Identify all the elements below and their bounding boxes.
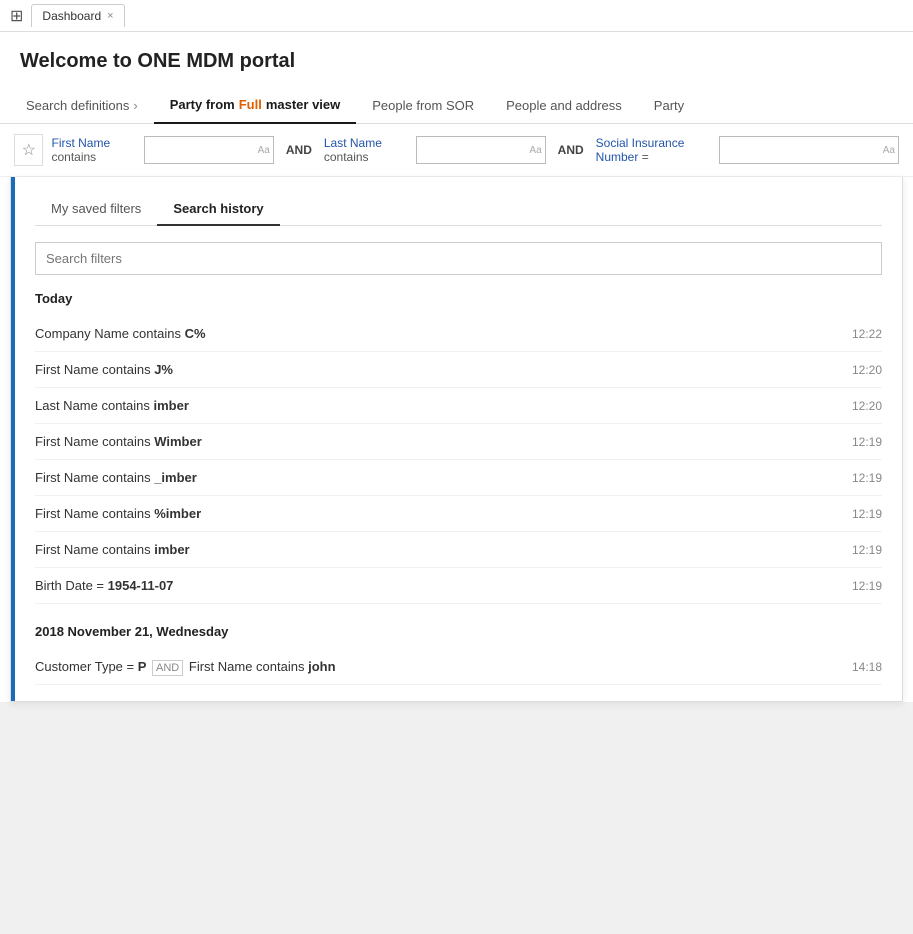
last-name-input[interactable] — [416, 136, 546, 164]
and-inline-icon: AND — [152, 660, 183, 676]
history-item-bold-7: 1954-11-07 — [108, 578, 174, 593]
history-item-bold-3: Wimber — [154, 434, 202, 449]
search-history-tab[interactable]: Search history — [157, 193, 279, 226]
history-item[interactable]: First Name contains _imber 12:19 — [35, 460, 882, 496]
my-saved-filters-tab[interactable]: My saved filters — [35, 193, 157, 225]
history-item[interactable]: Customer Type = P AND First Name contain… — [35, 649, 882, 685]
grid-icon: ⊞ — [10, 6, 23, 26]
history-item-bold-0: C% — [185, 326, 206, 341]
history-item-bold-6: imber — [154, 542, 189, 557]
history-item-text-7: Birth Date = 1954-11-07 — [35, 578, 173, 593]
history-item-2-val2: john — [308, 659, 335, 674]
sin-input[interactable] — [719, 136, 899, 164]
history-item[interactable]: Last Name contains imber 12:20 — [35, 388, 882, 424]
history-item-2-time: 14:18 — [852, 660, 882, 674]
first-name-input-wrap: Aa — [144, 136, 274, 164]
tab-label: Dashboard — [42, 9, 101, 23]
first-name-op: contains — [51, 150, 96, 164]
tab-close-icon[interactable]: × — [107, 10, 113, 22]
party-label: Party — [654, 98, 684, 113]
welcome-header: Welcome to ONE MDM portal — [0, 32, 913, 87]
first-name-label: First Name contains — [51, 136, 137, 164]
history-item-time-5: 12:19 — [852, 507, 882, 521]
main-content: Welcome to ONE MDM portal Search definit… — [0, 32, 913, 702]
last-name-input-wrap: Aa — [416, 136, 546, 164]
sin-group: Social Insurance Number = Aa — [596, 136, 899, 164]
title-bar: ⊞ Dashboard × — [0, 0, 913, 32]
history-item[interactable]: First Name contains Wimber 12:19 — [35, 424, 882, 460]
sin-op: = — [642, 150, 649, 164]
history-item-text-3: First Name contains Wimber — [35, 434, 202, 449]
party-tab[interactable]: Party — [638, 88, 700, 123]
last-name-field-name: Last Name — [324, 136, 382, 150]
history-item-text-4: First Name contains _imber — [35, 470, 197, 485]
search-definitions-label: Search definitions — [26, 98, 129, 113]
people-from-sor-tab[interactable]: People from SOR — [356, 88, 490, 123]
first-name-group: First Name contains Aa — [51, 136, 273, 164]
history-item-bold-1: J% — [154, 362, 173, 377]
and-label-2: AND — [554, 143, 588, 157]
history-item-text-1: First Name contains J% — [35, 362, 173, 377]
first-name-input[interactable] — [144, 136, 274, 164]
people-address-label: People and address — [506, 98, 622, 113]
star-button[interactable]: ☆ — [14, 134, 43, 166]
last-name-op: contains — [324, 150, 369, 164]
history-item-text-5: First Name contains %imber — [35, 506, 201, 521]
history-list-today: Company Name contains C% 12:22 First Nam… — [35, 316, 882, 604]
tab-highlight: Full — [239, 97, 262, 112]
history-item[interactable]: First Name contains J% 12:20 — [35, 352, 882, 388]
history-item-time-4: 12:19 — [852, 471, 882, 485]
history-item-bold-5: %imber — [154, 506, 201, 521]
panel-tabs: My saved filters Search history — [35, 193, 882, 226]
first-name-field-name: First Name — [51, 136, 110, 150]
history-item-2-text: Customer Type = P AND First Name contain… — [35, 659, 336, 674]
history-item-text-0: Company Name contains C% — [35, 326, 206, 341]
nav-arrow-icon: › — [133, 98, 137, 113]
panel-inner: My saved filters Search history Today Co… — [11, 177, 902, 701]
today-section-label: Today — [35, 291, 882, 306]
history-item[interactable]: Company Name contains C% 12:22 — [35, 316, 882, 352]
sin-field-name: Social Insurance Number — [596, 136, 685, 164]
search-definitions-tab[interactable]: Search definitions › — [10, 88, 154, 123]
history-item-time-7: 12:19 — [852, 579, 882, 593]
tab-part1: Party from — [170, 97, 235, 112]
star-icon: ☆ — [22, 140, 36, 160]
tab-part2: master view — [266, 97, 340, 112]
nav-tabs: Search definitions › Party from Full mas… — [0, 87, 913, 124]
history-item-time-6: 12:19 — [852, 543, 882, 557]
people-sor-label: People from SOR — [372, 98, 474, 113]
search-history-label: Search history — [173, 201, 263, 216]
search-bar: ☆ First Name contains Aa AND Last Name c… — [0, 124, 913, 177]
last-name-label: Last Name contains — [324, 136, 410, 164]
and-label-1: AND — [282, 143, 316, 157]
people-and-address-tab[interactable]: People and address — [490, 88, 638, 123]
dashboard-tab[interactable]: Dashboard × — [31, 4, 124, 27]
sin-input-wrap: Aa — [719, 136, 899, 164]
party-full-master-tab[interactable]: Party from Full master view — [154, 87, 357, 124]
panel-accent — [11, 177, 15, 701]
last-name-group: Last Name contains Aa — [324, 136, 546, 164]
history-item[interactable]: Birth Date = 1954-11-07 12:19 — [35, 568, 882, 604]
history-item-text-2: Last Name contains imber — [35, 398, 189, 413]
section2-label: 2018 November 21, Wednesday — [35, 624, 882, 639]
saved-filters-label: My saved filters — [51, 201, 141, 216]
dropdown-panel: My saved filters Search history Today Co… — [10, 177, 903, 702]
history-item[interactable]: First Name contains imber 12:19 — [35, 532, 882, 568]
history-item[interactable]: First Name contains %imber 12:19 — [35, 496, 882, 532]
history-item-time-2: 12:20 — [852, 399, 882, 413]
welcome-title: Welcome to ONE MDM portal — [20, 50, 295, 72]
history-item-time-3: 12:19 — [852, 435, 882, 449]
history-item-2-val1: P — [138, 659, 147, 674]
filter-search-input[interactable] — [35, 242, 882, 275]
history-item-text-6: First Name contains imber — [35, 542, 190, 557]
history-item-bold-4: _imber — [154, 470, 197, 485]
history-item-time-1: 12:20 — [852, 363, 882, 377]
history-item-time-0: 12:22 — [852, 327, 882, 341]
sin-label: Social Insurance Number = — [596, 136, 713, 164]
history-item-bold-2: imber — [154, 398, 189, 413]
